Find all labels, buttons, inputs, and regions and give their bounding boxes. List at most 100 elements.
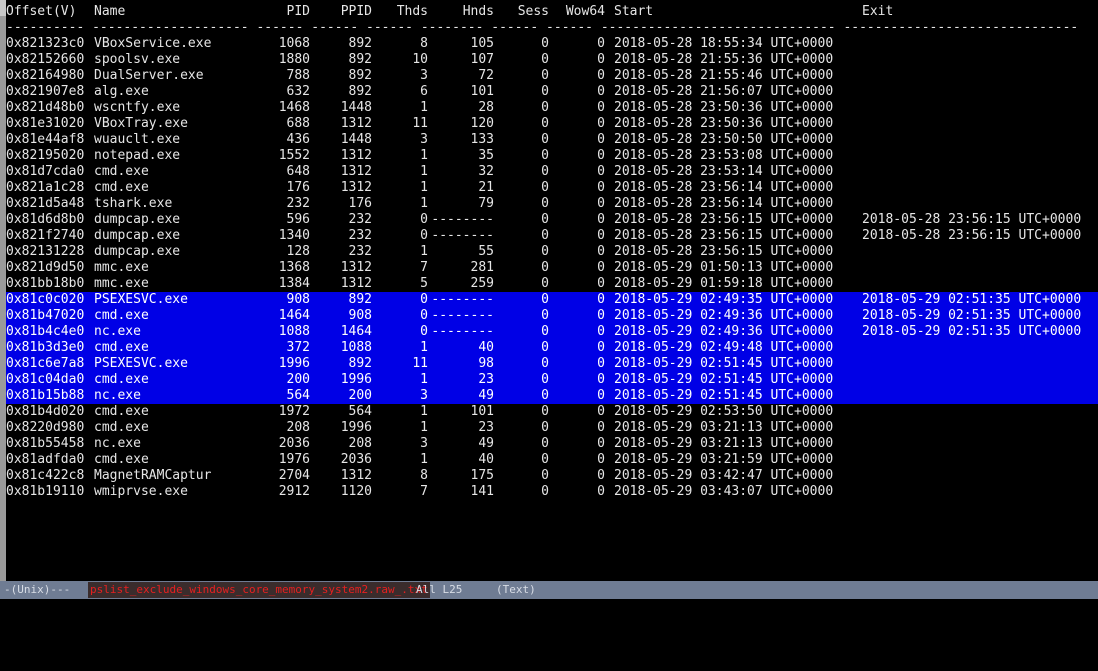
process-row[interactable]: 0x81d7cda0 cmd.exe 648 1312 1 32 0 0 2018-05-28 … (6, 164, 1098, 180)
cell-hnds: 133 (470, 132, 494, 147)
modeline-mode[interactable]: (Text) (496, 581, 536, 599)
cell-wow64: 0 (597, 404, 605, 419)
cell-wow64: 0 (597, 484, 605, 499)
cell-offset: 0x81c6e7a8 (6, 356, 85, 371)
process-row[interactable]: 0x821d48b0 wscntfy.exe 1468 1448 1 28 0 0 2018-0… (6, 100, 1098, 116)
process-row[interactable]: 0x81d6d8b0 dumpcap.exe 596 232 0 -------- 0 0 20… (6, 212, 1098, 228)
cell-hnds: 141 (470, 484, 494, 499)
cell-offset: 0x81bb18b0 (6, 276, 85, 291)
process-row[interactable]: 0x821d5a48 tshark.exe 232 176 1 79 0 0 2018-05-2… (6, 196, 1098, 212)
cell-sess: 0 (541, 452, 549, 467)
cell-hnds: 55 (478, 244, 494, 259)
cell-ppid: 892 (348, 36, 372, 51)
process-row[interactable]: 0x81c6e7a8 PSEXESVC.exe 1996 892 11 98 0 0 2018-… (6, 356, 1098, 372)
process-row[interactable]: 0x81b15b88 nc.exe 564 200 3 49 0 0 2018-05-29 02… (6, 388, 1098, 404)
cell-sess: 0 (541, 276, 549, 291)
cell-exit (862, 244, 1098, 260)
process-row[interactable]: 0x81e31020 VBoxTray.exe 688 1312 11 120 0 0 2018… (6, 116, 1098, 132)
cell-sess: 0 (541, 372, 549, 387)
process-row[interactable]: 0x81c04da0 cmd.exe 200 1996 1 23 0 0 2018-05-29 … (6, 372, 1098, 388)
cell-pid: 1340 (278, 228, 310, 243)
header-wow64: Wow64 (565, 4, 605, 19)
process-row[interactable]: 0x81b4c4e0 nc.exe 1088 1464 0 -------- 0 0 2018-… (6, 324, 1098, 340)
cell-name: wmiprvse.exe (94, 484, 188, 499)
cell-wow64: 0 (597, 164, 605, 179)
cell-pid: 200 (286, 372, 310, 387)
process-row[interactable]: 0x821a1c28 cmd.exe 176 1312 1 21 0 0 2018-05-28 … (6, 180, 1098, 196)
cell-start: 2018-05-29 03:42:47 UTC+0000 (614, 468, 834, 483)
process-row[interactable]: 0x81e44af8 wuauclt.exe 436 1448 3 133 0 0 2018-0… (6, 132, 1098, 148)
process-row[interactable]: 0x81b3d3e0 cmd.exe 372 1088 1 40 0 0 2018-05-29 … (6, 340, 1098, 356)
cell-hnds: -------- (431, 228, 494, 243)
process-row[interactable]: 0x81bb18b0 mmc.exe 1384 1312 5 259 0 0 2018-05-2… (6, 276, 1098, 292)
cell-offset: 0x821d48b0 (6, 100, 85, 115)
cell-hnds: 40 (478, 340, 494, 355)
process-row[interactable]: 0x81c422c8 MagnetRAMCaptur 2704 1312 8 175 0 0 2… (6, 468, 1098, 484)
cell-sess: 0 (541, 228, 549, 243)
cell-start: 2018-05-29 02:49:36 UTC+0000 (614, 324, 834, 339)
cell-hnds: 175 (470, 468, 494, 483)
process-row[interactable]: 0x821323c0 VBoxService.exe 1068 892 8 105 0 0 20… (6, 36, 1098, 52)
cell-pid: 128 (286, 244, 310, 259)
cell-exit (862, 132, 1098, 148)
process-row[interactable]: 0x821d9d50 mmc.exe 1368 1312 7 281 0 0 2018-05-2… (6, 260, 1098, 276)
cell-pid: 1972 (278, 404, 310, 419)
process-row[interactable]: 0x821f2740 dumpcap.exe 1340 232 0 -------- 0 0 2… (6, 228, 1098, 244)
process-row[interactable]: 0x81b55458 nc.exe 2036 208 3 49 0 0 2018-05-29 0… (6, 436, 1098, 452)
cell-name: VBoxService.exe (94, 36, 212, 51)
cell-ppid: 1312 (340, 468, 372, 483)
cell-start: 2018-05-28 21:55:46 UTC+0000 (614, 68, 834, 83)
cell-hnds: 32 (478, 164, 494, 179)
cell-sess: 0 (541, 68, 549, 83)
cell-ppid: 892 (348, 84, 372, 99)
process-row[interactable]: 0x81b47020 cmd.exe 1464 908 0 -------- 0 0 2018-… (6, 308, 1098, 324)
cell-wow64: 0 (597, 276, 605, 291)
mode-line: -(Unix)--- pslist_exclude_windows_core_m… (0, 581, 1098, 599)
cell-offset: 0x82195020 (6, 148, 85, 163)
text-buffer[interactable]: Offset(V) Name PID PPID Thds Hnds Sess W… (6, 4, 1098, 581)
header-offset: Offset(V) (6, 4, 77, 19)
process-row[interactable]: 0x81b19110 wmiprvse.exe 2912 1120 7 141 0 0 2018… (6, 484, 1098, 500)
cell-name: notepad.exe (94, 148, 181, 163)
cell-start: 2018-05-29 01:50:13 UTC+0000 (614, 260, 834, 275)
process-row[interactable]: 0x81c0c020 PSEXESVC.exe 908 892 0 -------- 0 0 2… (6, 292, 1098, 308)
cell-sess: 0 (541, 36, 549, 51)
cell-wow64: 0 (597, 148, 605, 163)
cell-offset: 0x81adfda0 (6, 452, 85, 467)
cell-ppid: 1120 (340, 484, 372, 499)
cell-wow64: 0 (597, 292, 605, 307)
process-row[interactable]: 0x82195020 notepad.exe 1552 1312 1 35 0 0 2018-0… (6, 148, 1098, 164)
cell-offset: 0x81c0c020 (6, 292, 85, 307)
cell-ppid: 1464 (340, 324, 372, 339)
process-row[interactable]: 0x821907e8 alg.exe 632 892 6 101 0 0 2018-05-28 … (6, 84, 1098, 100)
cell-name: nc.exe (94, 388, 141, 403)
cell-ppid: 892 (348, 292, 372, 307)
cell-name: PSEXESVC.exe (94, 356, 188, 371)
cell-wow64: 0 (597, 388, 605, 403)
cell-wow64: 0 (597, 180, 605, 195)
cell-pid: 788 (286, 68, 310, 83)
cell-start: 2018-05-28 23:50:36 UTC+0000 (614, 116, 834, 131)
cell-hnds: 105 (470, 36, 494, 51)
process-row[interactable]: 0x82164980 DualServer.exe 788 892 3 72 0 0 2018-… (6, 68, 1098, 84)
cell-ppid: 208 (348, 436, 372, 451)
cell-exit: 2018-05-29 02:51:35 UTC+0000 (862, 308, 1082, 323)
process-row[interactable]: 0x82131228 dumpcap.exe 128 232 1 55 0 0 2018-05-… (6, 244, 1098, 260)
process-row[interactable]: 0x81adfda0 cmd.exe 1976 2036 1 40 0 0 2018-05-29… (6, 452, 1098, 468)
cell-name: cmd.exe (94, 180, 149, 195)
cell-exit: 2018-05-29 02:51:35 UTC+0000 (862, 324, 1082, 339)
process-row[interactable]: 0x82152660 spoolsv.exe 1880 892 10 107 0 0 2018-… (6, 52, 1098, 68)
cell-start: 2018-05-28 23:53:14 UTC+0000 (614, 164, 834, 179)
cell-sess: 0 (541, 324, 549, 339)
cell-name: dumpcap.exe (94, 244, 181, 259)
cell-hnds: -------- (431, 308, 494, 323)
cell-exit (862, 196, 1098, 212)
process-list: 0x821323c0 VBoxService.exe 1068 892 8 105 0 0 20… (6, 36, 1098, 500)
cell-ppid: 232 (348, 228, 372, 243)
cell-exit (862, 164, 1098, 180)
process-row[interactable]: 0x81b4d020 cmd.exe 1972 564 1 101 0 0 2018-05-29… (6, 404, 1098, 420)
process-row[interactable]: 0x8220d980 cmd.exe 208 1996 1 23 0 0 2018-05-29 … (6, 420, 1098, 436)
cell-start: 2018-05-29 03:21:13 UTC+0000 (614, 436, 834, 451)
cell-exit (862, 388, 1098, 404)
modeline-filename[interactable]: pslist_exclude_windows_core_memory_syste… (88, 582, 430, 598)
